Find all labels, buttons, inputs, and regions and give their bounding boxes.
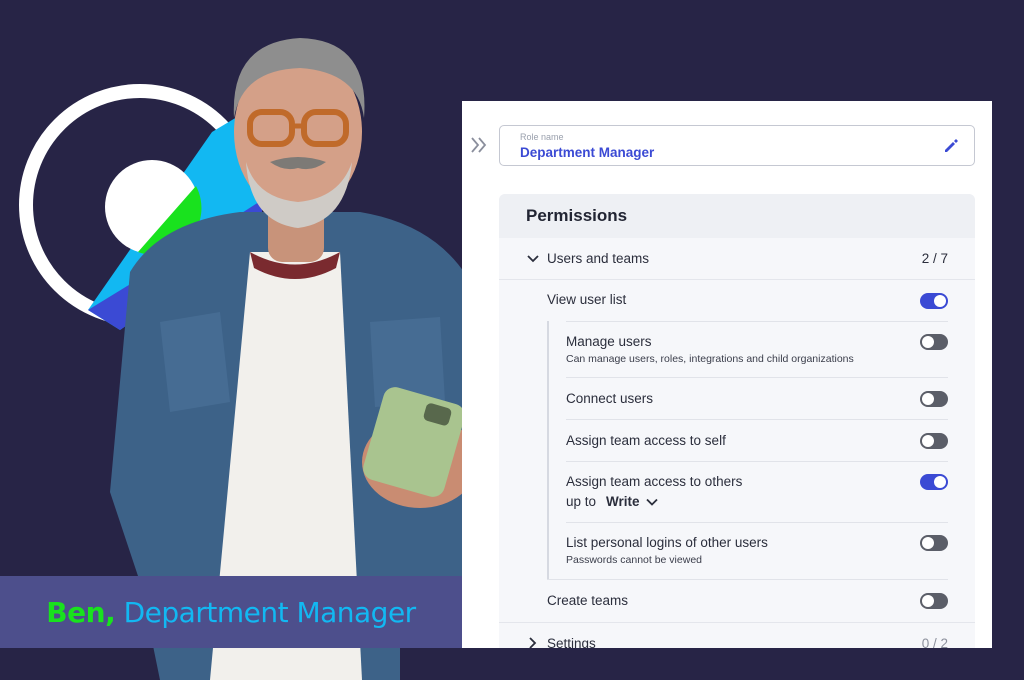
permission-description: Passwords cannot be viewed (566, 554, 702, 566)
access-level-prefix: up to (566, 494, 597, 509)
toggle-view-user-list[interactable] (920, 293, 948, 309)
permission-row: Create teams (499, 580, 975, 622)
permission-row: Manage users Can manage users, roles, in… (499, 322, 975, 378)
permission-row: List personal logins of other users Pass… (499, 523, 975, 580)
pencil-icon[interactable] (942, 137, 960, 155)
banner-caption: Ben, Department Manager (46, 595, 417, 629)
permission-row: View user list (499, 280, 975, 322)
section-label: Users and teams (547, 251, 650, 266)
access-level-select[interactable]: Write (606, 494, 658, 509)
section-count: 0 / 2 (921, 636, 948, 648)
chevron-right-icon (529, 637, 537, 648)
section-label: Settings (547, 636, 596, 648)
permissions-header: Permissions (499, 194, 975, 238)
toggle-connect-users[interactable] (920, 391, 948, 407)
double-chevron-right-icon[interactable] (470, 133, 488, 157)
access-level-value: Write (606, 494, 640, 509)
role-name-label: Role name (520, 132, 564, 142)
toggle-manage-users[interactable] (920, 334, 948, 350)
permission-label: List personal logins of other users (566, 535, 768, 550)
toggle-assign-team-access-others[interactable] (920, 474, 948, 490)
banner-person-name: Ben, (46, 595, 116, 629)
permission-label: Manage users (566, 334, 652, 349)
section-settings[interactable]: Settings 0 / 2 (499, 622, 975, 648)
name-banner: Ben, Department Manager (0, 576, 462, 648)
role-name-field[interactable]: Role name Department Manager (499, 125, 975, 166)
role-name-value[interactable]: Department Manager (520, 145, 654, 160)
permissions-card: Permissions Users and teams 2 / 7 View u… (499, 194, 975, 648)
permission-description: Can manage users, roles, integrations an… (566, 353, 854, 365)
permission-label: View user list (547, 292, 627, 307)
section-users-and-teams[interactable]: Users and teams 2 / 7 (499, 238, 975, 280)
permission-label: Create teams (547, 593, 629, 608)
toggle-assign-team-access-self[interactable] (920, 433, 948, 449)
toggle-list-personal-logins[interactable] (920, 535, 948, 551)
role-permissions-panel: Role name Department Manager Permissions… (462, 101, 992, 648)
permissions-title: Permissions (526, 206, 628, 225)
permission-label: Assign team access to others (566, 474, 743, 489)
permission-row: Connect users (499, 378, 975, 420)
chevron-down-icon (645, 498, 658, 506)
chevron-down-icon (527, 255, 539, 263)
permission-row: Assign team access to self (499, 420, 975, 462)
permission-label: Connect users (566, 391, 654, 406)
banner-person-role: Department Manager (123, 595, 417, 629)
section-count: 2 / 7 (921, 251, 948, 266)
permission-row: Assign team access to others up to Write (499, 462, 975, 523)
toggle-create-teams[interactable] (920, 593, 948, 609)
permission-label: Assign team access to self (566, 433, 726, 448)
